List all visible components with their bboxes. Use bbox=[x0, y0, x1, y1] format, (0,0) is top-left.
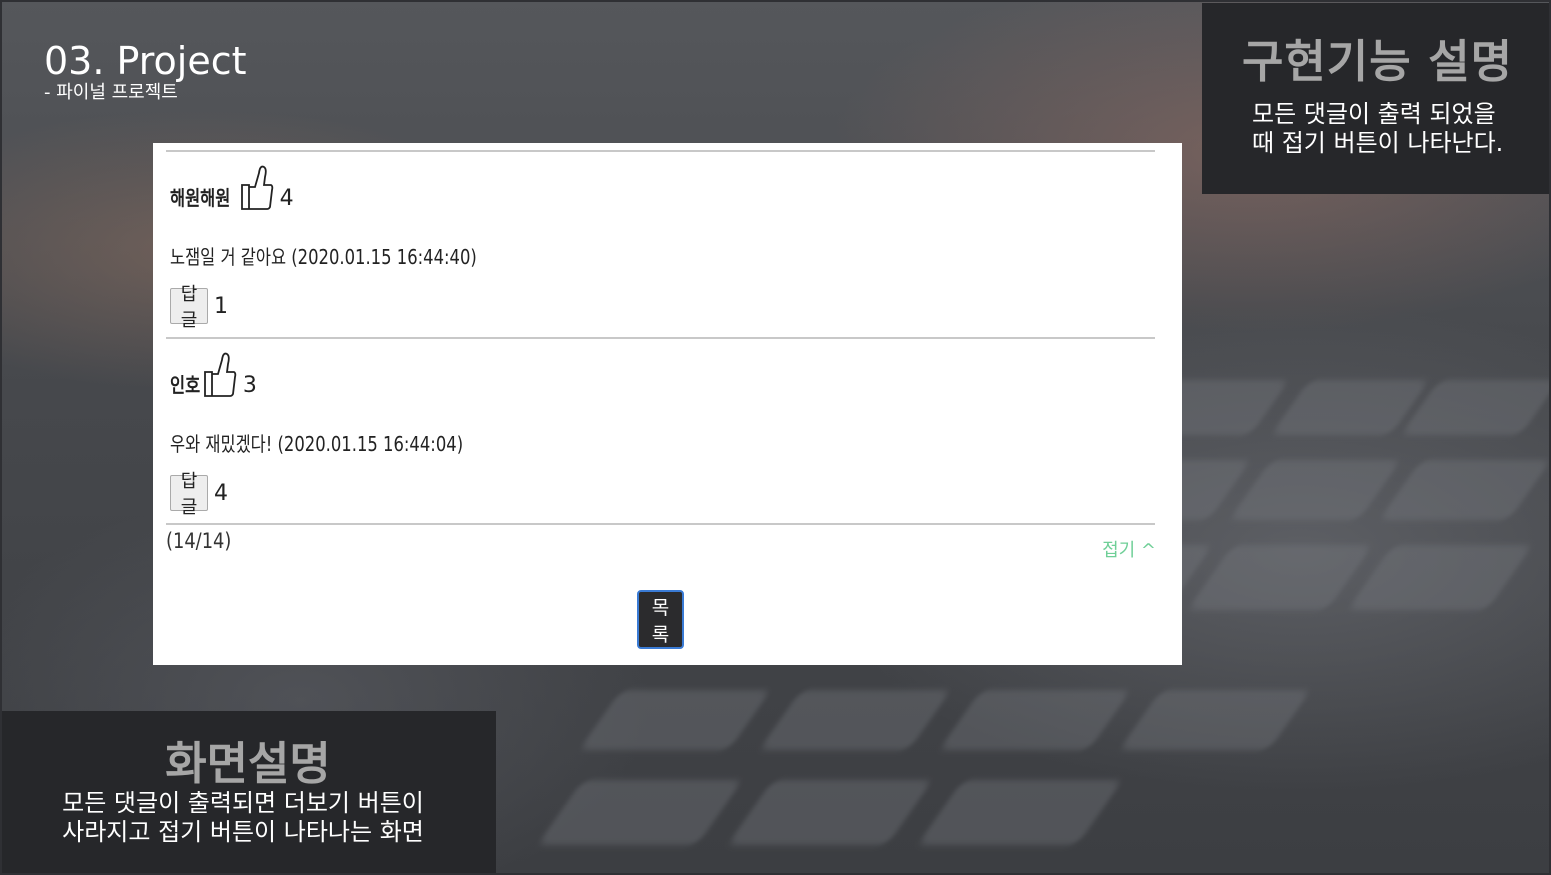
comment-content: 노잼일 거 같아요 (2020.01.15 16:44:40) bbox=[170, 245, 477, 269]
screen-description: 모든 댓글이 출력되면 더보기 버튼이 사라지고 접기 버튼이 나타나는 화면 bbox=[30, 789, 456, 847]
screen-description-line-1: 모든 댓글이 출력되면 더보기 버튼이 bbox=[62, 789, 424, 817]
thumbs-up-icon[interactable] bbox=[203, 350, 237, 398]
comment-count: (14/14) bbox=[166, 529, 232, 553]
screen-heading: 화면설명 bbox=[165, 737, 331, 790]
screen-description-line-2: 사라지고 접기 버튼이 나타나는 화면 bbox=[62, 818, 424, 846]
comment-list-screenshot: 해원해원 4 노잼일 거 같아요 (2020.01.15 16:44:40) 답… bbox=[153, 143, 1182, 665]
reply-button[interactable]: 답글 bbox=[170, 471, 208, 518]
comment-header: 해원해원 4 bbox=[170, 161, 294, 211]
divider bbox=[166, 150, 1155, 152]
divider bbox=[166, 523, 1155, 525]
reply-row: 답글 1 bbox=[170, 284, 228, 331]
feature-description-panel: 구현기능 설명 모든 댓글이 출력 되었을 때 접기 버튼이 나타난다. bbox=[1202, 3, 1550, 194]
comment-header: 인호 3 bbox=[170, 348, 257, 398]
slide-title-block: 03. Project - 파이널 프로젝트 bbox=[44, 40, 247, 104]
comment-content: 우와 재밌겠다! (2020.01.15 16:44:04) bbox=[170, 432, 464, 456]
screen-description-panel: 화면설명 모든 댓글이 출력되면 더보기 버튼이 사라지고 접기 버튼이 나타나… bbox=[0, 711, 496, 875]
fold-link[interactable]: 접기 ^ bbox=[1102, 536, 1156, 562]
like-count: 4 bbox=[279, 186, 294, 211]
divider bbox=[166, 337, 1155, 339]
comment-author: 해원해원 bbox=[170, 186, 231, 210]
feature-description: 모든 댓글이 출력 되었을 때 접기 버튼이 나타난다. bbox=[1252, 100, 1504, 157]
reply-count: 4 bbox=[214, 480, 228, 506]
slide-subtitle: - 파이널 프로젝트 bbox=[44, 82, 178, 103]
like-count: 3 bbox=[242, 373, 257, 398]
slide-title: 03. Project bbox=[44, 39, 247, 83]
thumbs-up-icon[interactable] bbox=[240, 163, 274, 211]
feature-heading: 구현기능 설명 bbox=[1242, 35, 1514, 88]
reply-count: 1 bbox=[214, 293, 228, 319]
list-button[interactable]: 목록 bbox=[637, 590, 684, 649]
reply-button[interactable]: 답글 bbox=[170, 284, 208, 331]
comment-author: 인호 bbox=[170, 373, 201, 397]
reply-row: 답글 4 bbox=[170, 471, 228, 518]
